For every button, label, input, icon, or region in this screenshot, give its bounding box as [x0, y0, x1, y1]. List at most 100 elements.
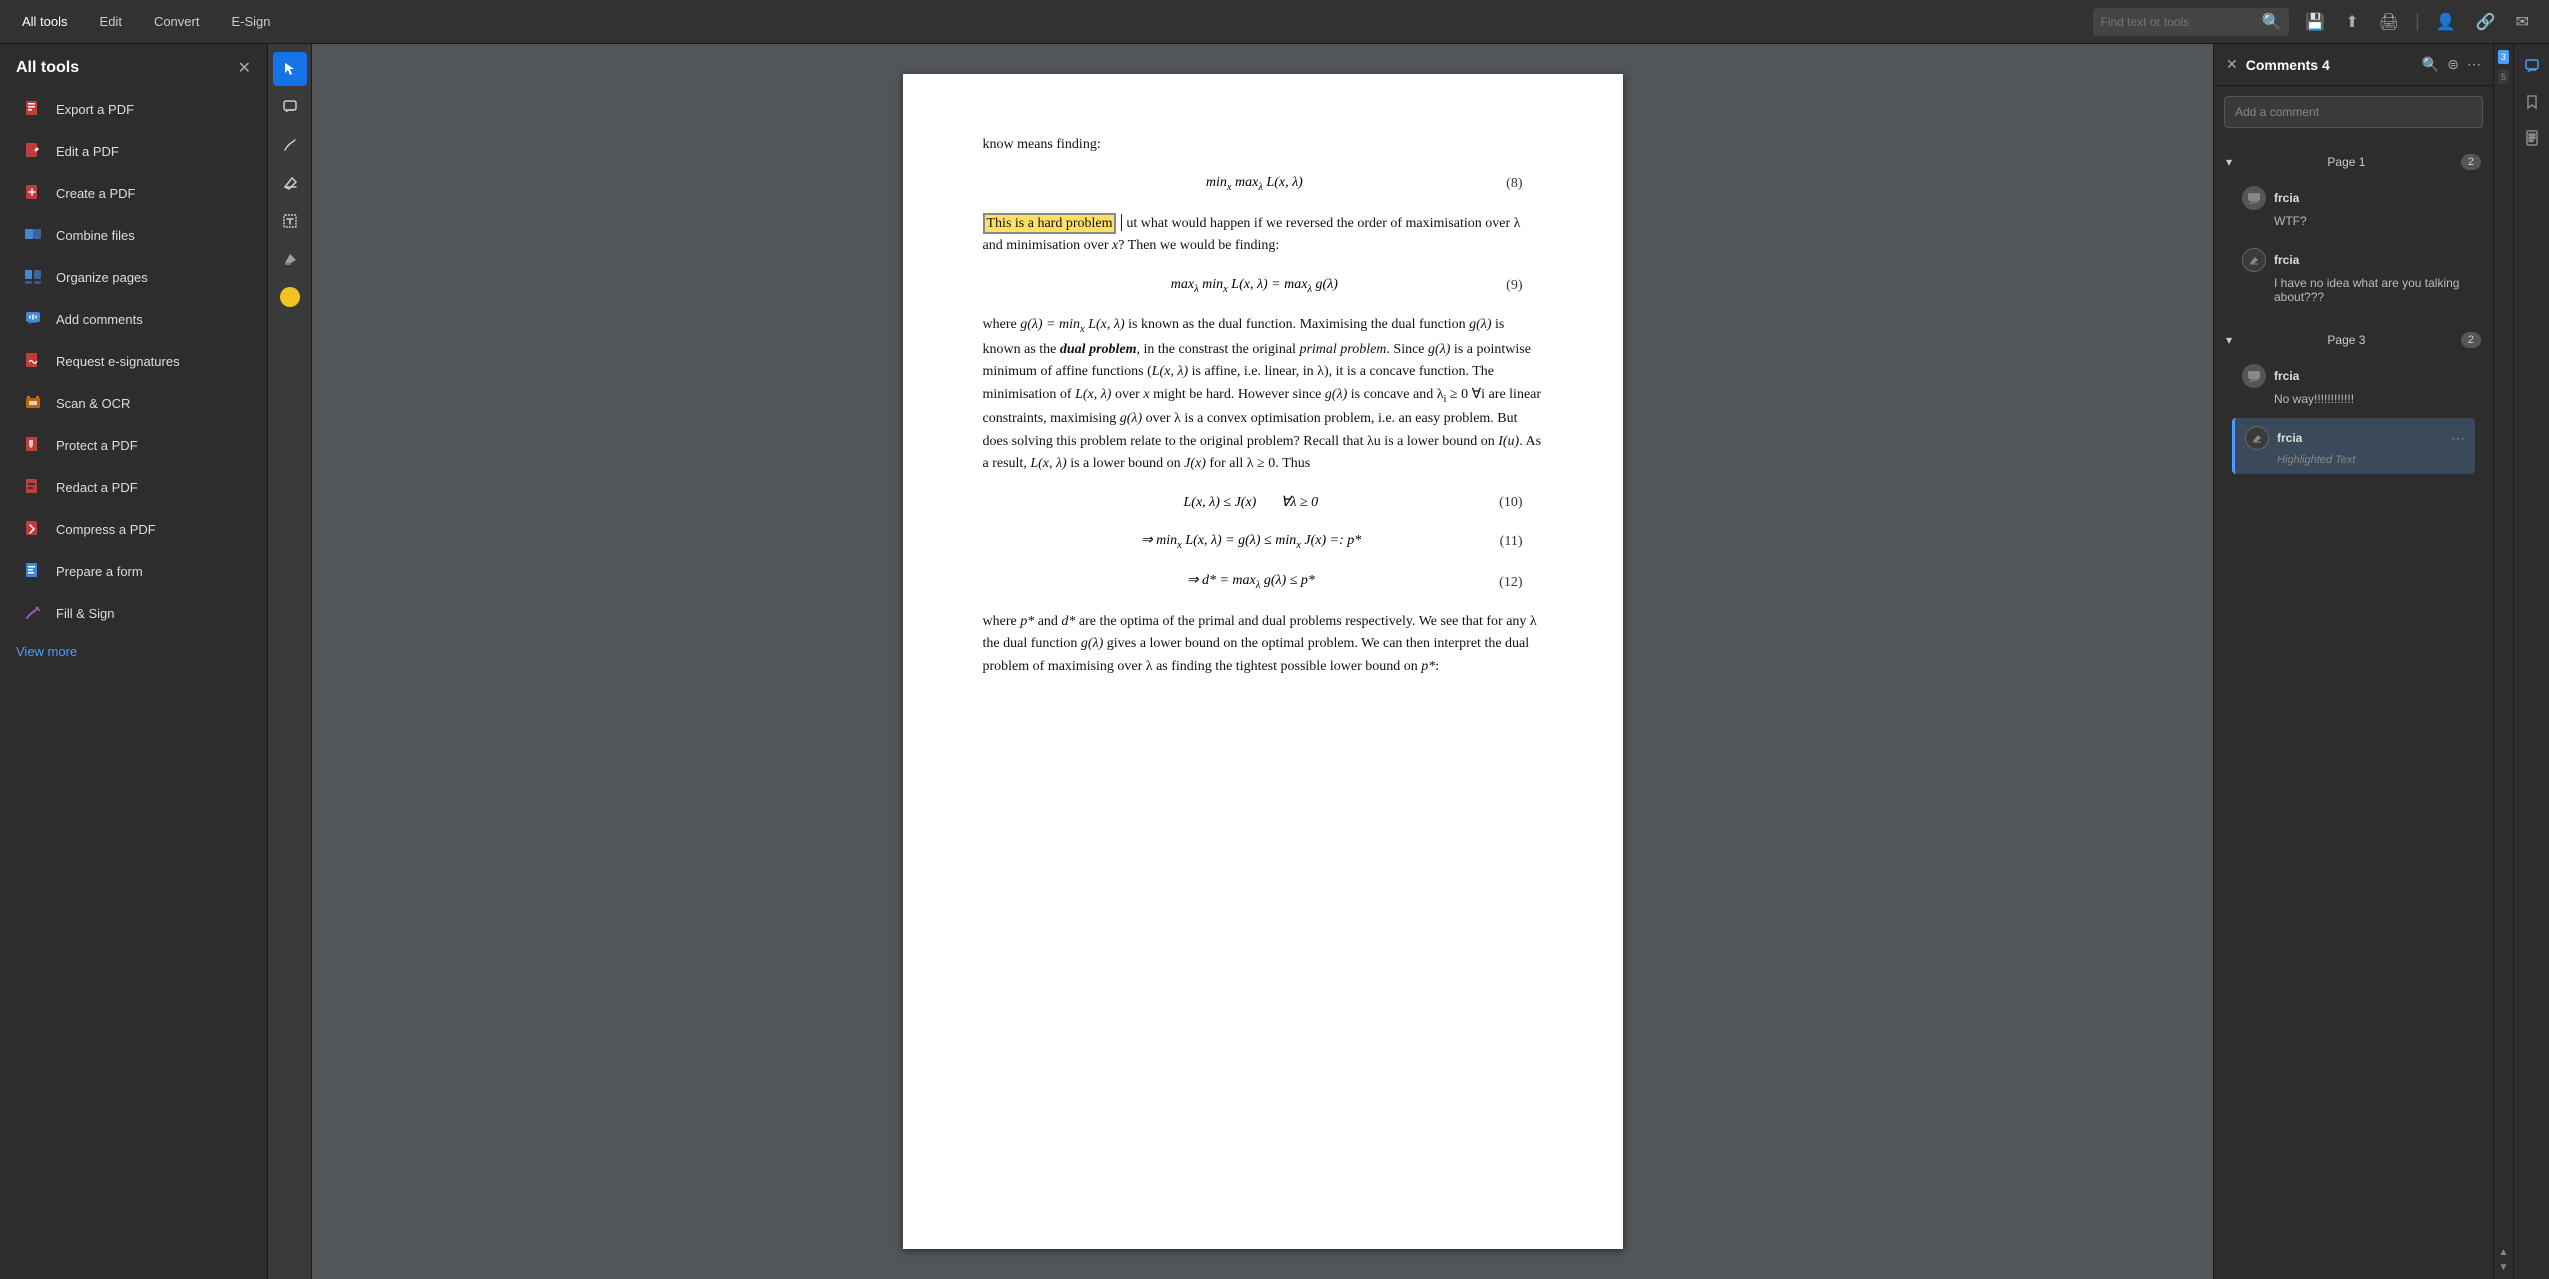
- organize-pages-icon: [22, 266, 44, 288]
- highlight-tool[interactable]: [273, 242, 307, 276]
- nav-all-tools[interactable]: All tools: [16, 10, 74, 33]
- comments-page1-header[interactable]: ▾ Page 1 2: [2226, 150, 2481, 174]
- avatar: [2242, 248, 2266, 272]
- comments-title: Comments 4: [2246, 57, 2414, 73]
- sidebar-item-combine-files[interactable]: Combine files: [6, 215, 261, 255]
- avatar: [2242, 364, 2266, 388]
- comment-item: frcia WTF?: [2232, 178, 2475, 236]
- sidebar-item-export-pdf[interactable]: Export a PDF: [6, 89, 261, 129]
- nav-esign[interactable]: E-Sign: [225, 10, 276, 33]
- comments-header: ✕ Comments 4 🔍 ⊜ ⋯: [2214, 44, 2493, 86]
- comments-search-icon[interactable]: 🔍: [2422, 56, 2439, 73]
- comments-page3-header[interactable]: ▾ Page 3 2: [2226, 328, 2481, 352]
- sidebar-item-create-pdf[interactable]: Create a PDF: [6, 173, 261, 213]
- sidebar-title: All tools: [16, 59, 79, 77]
- search-box[interactable]: 🔍: [2093, 8, 2290, 36]
- sidebar-item-organize-pages[interactable]: Organize pages: [6, 257, 261, 297]
- pdf-paragraph3: where p* and d* are the optima of the pr…: [983, 611, 1543, 678]
- sidebar-item-edit-pdf[interactable]: Edit a PDF: [6, 131, 261, 171]
- link-icon[interactable]: 🔗: [2472, 8, 2500, 36]
- redact-pdf-icon: [22, 476, 44, 498]
- top-toolbar: All tools Edit Convert E-Sign 🔍 💾 ⬆ 🖨 | …: [0, 0, 2549, 44]
- scroll-down-arrow[interactable]: ▼: [2499, 1262, 2509, 1273]
- highlighted-text: This is a hard problem: [983, 213, 1117, 234]
- sidebar-item-add-comments[interactable]: Add comments: [6, 299, 261, 339]
- page3-badge: 2: [2461, 332, 2481, 348]
- sidebar-item-redact-pdf[interactable]: Redact a PDF: [6, 467, 261, 507]
- sidebar-item-scan-ocr[interactable]: Scan & OCR: [6, 383, 261, 423]
- eq10: L(x, λ) ≤ J(x) ∀λ ≥ 0 (10): [983, 492, 1543, 514]
- select-tool[interactable]: [273, 52, 307, 86]
- sidebar-close-button[interactable]: ✕: [238, 58, 251, 78]
- sidebar-item-label: Create a PDF: [56, 186, 135, 201]
- eraser-tool[interactable]: [273, 166, 307, 200]
- comment-author: frcia: [2242, 186, 2465, 210]
- nav-edit[interactable]: Edit: [94, 10, 128, 33]
- text-tool[interactable]: [273, 204, 307, 238]
- comment-item: frcia No way!!!!!!!!!!!!: [2232, 356, 2475, 414]
- main-area: All tools ✕ Export a PDF: [0, 44, 2549, 1279]
- comment-more-icon[interactable]: ⋯: [2451, 430, 2465, 447]
- comments-close-button[interactable]: ✕: [2226, 56, 2238, 73]
- attachments-icon[interactable]: [2518, 124, 2546, 152]
- page3-chevron: ▾: [2226, 333, 2232, 347]
- comments-actions: 🔍 ⊜ ⋯: [2422, 56, 2481, 73]
- account-icon[interactable]: 👤: [2432, 8, 2460, 36]
- comments-filter-icon[interactable]: ⊜: [2447, 56, 2459, 73]
- left-sidebar: All tools ✕ Export a PDF: [0, 44, 268, 1279]
- color-picker[interactable]: [273, 280, 307, 314]
- right-icons-bar: [2513, 44, 2549, 1279]
- sidebar-item-compress-pdf[interactable]: Compress a PDF: [6, 509, 261, 549]
- nav-convert[interactable]: Convert: [148, 10, 206, 33]
- sidebar-item-fill-sign[interactable]: Fill & Sign: [6, 593, 261, 633]
- author-name: frcia: [2274, 191, 2299, 205]
- print-icon[interactable]: 🖨: [2375, 8, 2403, 36]
- prepare-form-icon: [22, 560, 44, 582]
- sidebar-item-label: Add comments: [56, 312, 143, 327]
- scroll-num-5[interactable]: 5: [2498, 70, 2509, 84]
- add-comments-icon: [22, 308, 44, 330]
- scroll-arrows: ▲ ▼: [2499, 1247, 2509, 1273]
- sidebar-item-request-esig[interactable]: Request e-signatures: [6, 341, 261, 381]
- export-pdf-icon: [22, 98, 44, 120]
- save-icon[interactable]: 💾: [2301, 8, 2329, 36]
- comment-author: frcia: [2242, 248, 2465, 272]
- page1-chevron: ▾: [2226, 155, 2232, 169]
- comments-panel-toggle[interactable]: [2518, 52, 2546, 80]
- pdf-paragraph2: where g(λ) = minx L(x, λ) is known as th…: [983, 314, 1543, 475]
- sidebar-item-prepare-form[interactable]: Prepare a form: [6, 551, 261, 591]
- comment-item: frcia I have no idea what are you talkin…: [2232, 240, 2475, 312]
- comments-more-icon[interactable]: ⋯: [2467, 56, 2481, 73]
- scroll-num-3[interactable]: 3: [2498, 50, 2509, 64]
- sidebar-item-label: Request e-signatures: [56, 354, 180, 369]
- fill-sign-icon: [22, 602, 44, 624]
- request-esig-icon: [22, 350, 44, 372]
- view-more-link[interactable]: View more: [0, 634, 267, 669]
- sidebar-item-label: Protect a PDF: [56, 438, 138, 453]
- pen-tool[interactable]: [273, 128, 307, 162]
- eq11: ⇒ minx L(x, λ) = g(λ) ≤ minx J(x) =: p* …: [983, 530, 1543, 555]
- eq8: minx maxλ L(x, λ) (8): [983, 172, 1543, 197]
- eq9: maxλ minx L(x, λ) = maxλ g(λ) (9): [983, 274, 1543, 299]
- comments-panel: ✕ Comments 4 🔍 ⊜ ⋯ Add a comment ▾ Page …: [2213, 44, 2493, 1279]
- create-pdf-icon: [22, 182, 44, 204]
- bookmarks-icon[interactable]: [2518, 88, 2546, 116]
- sidebar-item-protect-pdf[interactable]: Protect a PDF: [6, 425, 261, 465]
- upload-icon[interactable]: ⬆: [2341, 8, 2362, 36]
- add-comment-input[interactable]: Add a comment: [2224, 96, 2483, 128]
- nav-items: All tools Edit Convert E-Sign: [16, 10, 277, 33]
- pdf-area[interactable]: know means finding: minx maxλ L(x, λ) (8…: [312, 44, 2213, 1279]
- comment-item-highlighted: frcia ⋯ Highlighted Text: [2232, 418, 2475, 474]
- sidebar-item-label: Redact a PDF: [56, 480, 138, 495]
- pdf-intro: know means finding:: [983, 134, 1543, 156]
- search-input[interactable]: [2101, 15, 2256, 29]
- mail-icon[interactable]: ✉: [2512, 8, 2533, 36]
- sidebar-header: All tools ✕: [0, 44, 267, 88]
- comment-tool[interactable]: [273, 90, 307, 124]
- scroll-up-arrow[interactable]: ▲: [2499, 1247, 2509, 1258]
- protect-pdf-icon: [22, 434, 44, 456]
- sidebar-item-label: Prepare a form: [56, 564, 143, 579]
- author-name: frcia: [2274, 253, 2299, 267]
- combine-files-icon: [22, 224, 44, 246]
- sidebar-item-label: Combine files: [56, 228, 135, 243]
